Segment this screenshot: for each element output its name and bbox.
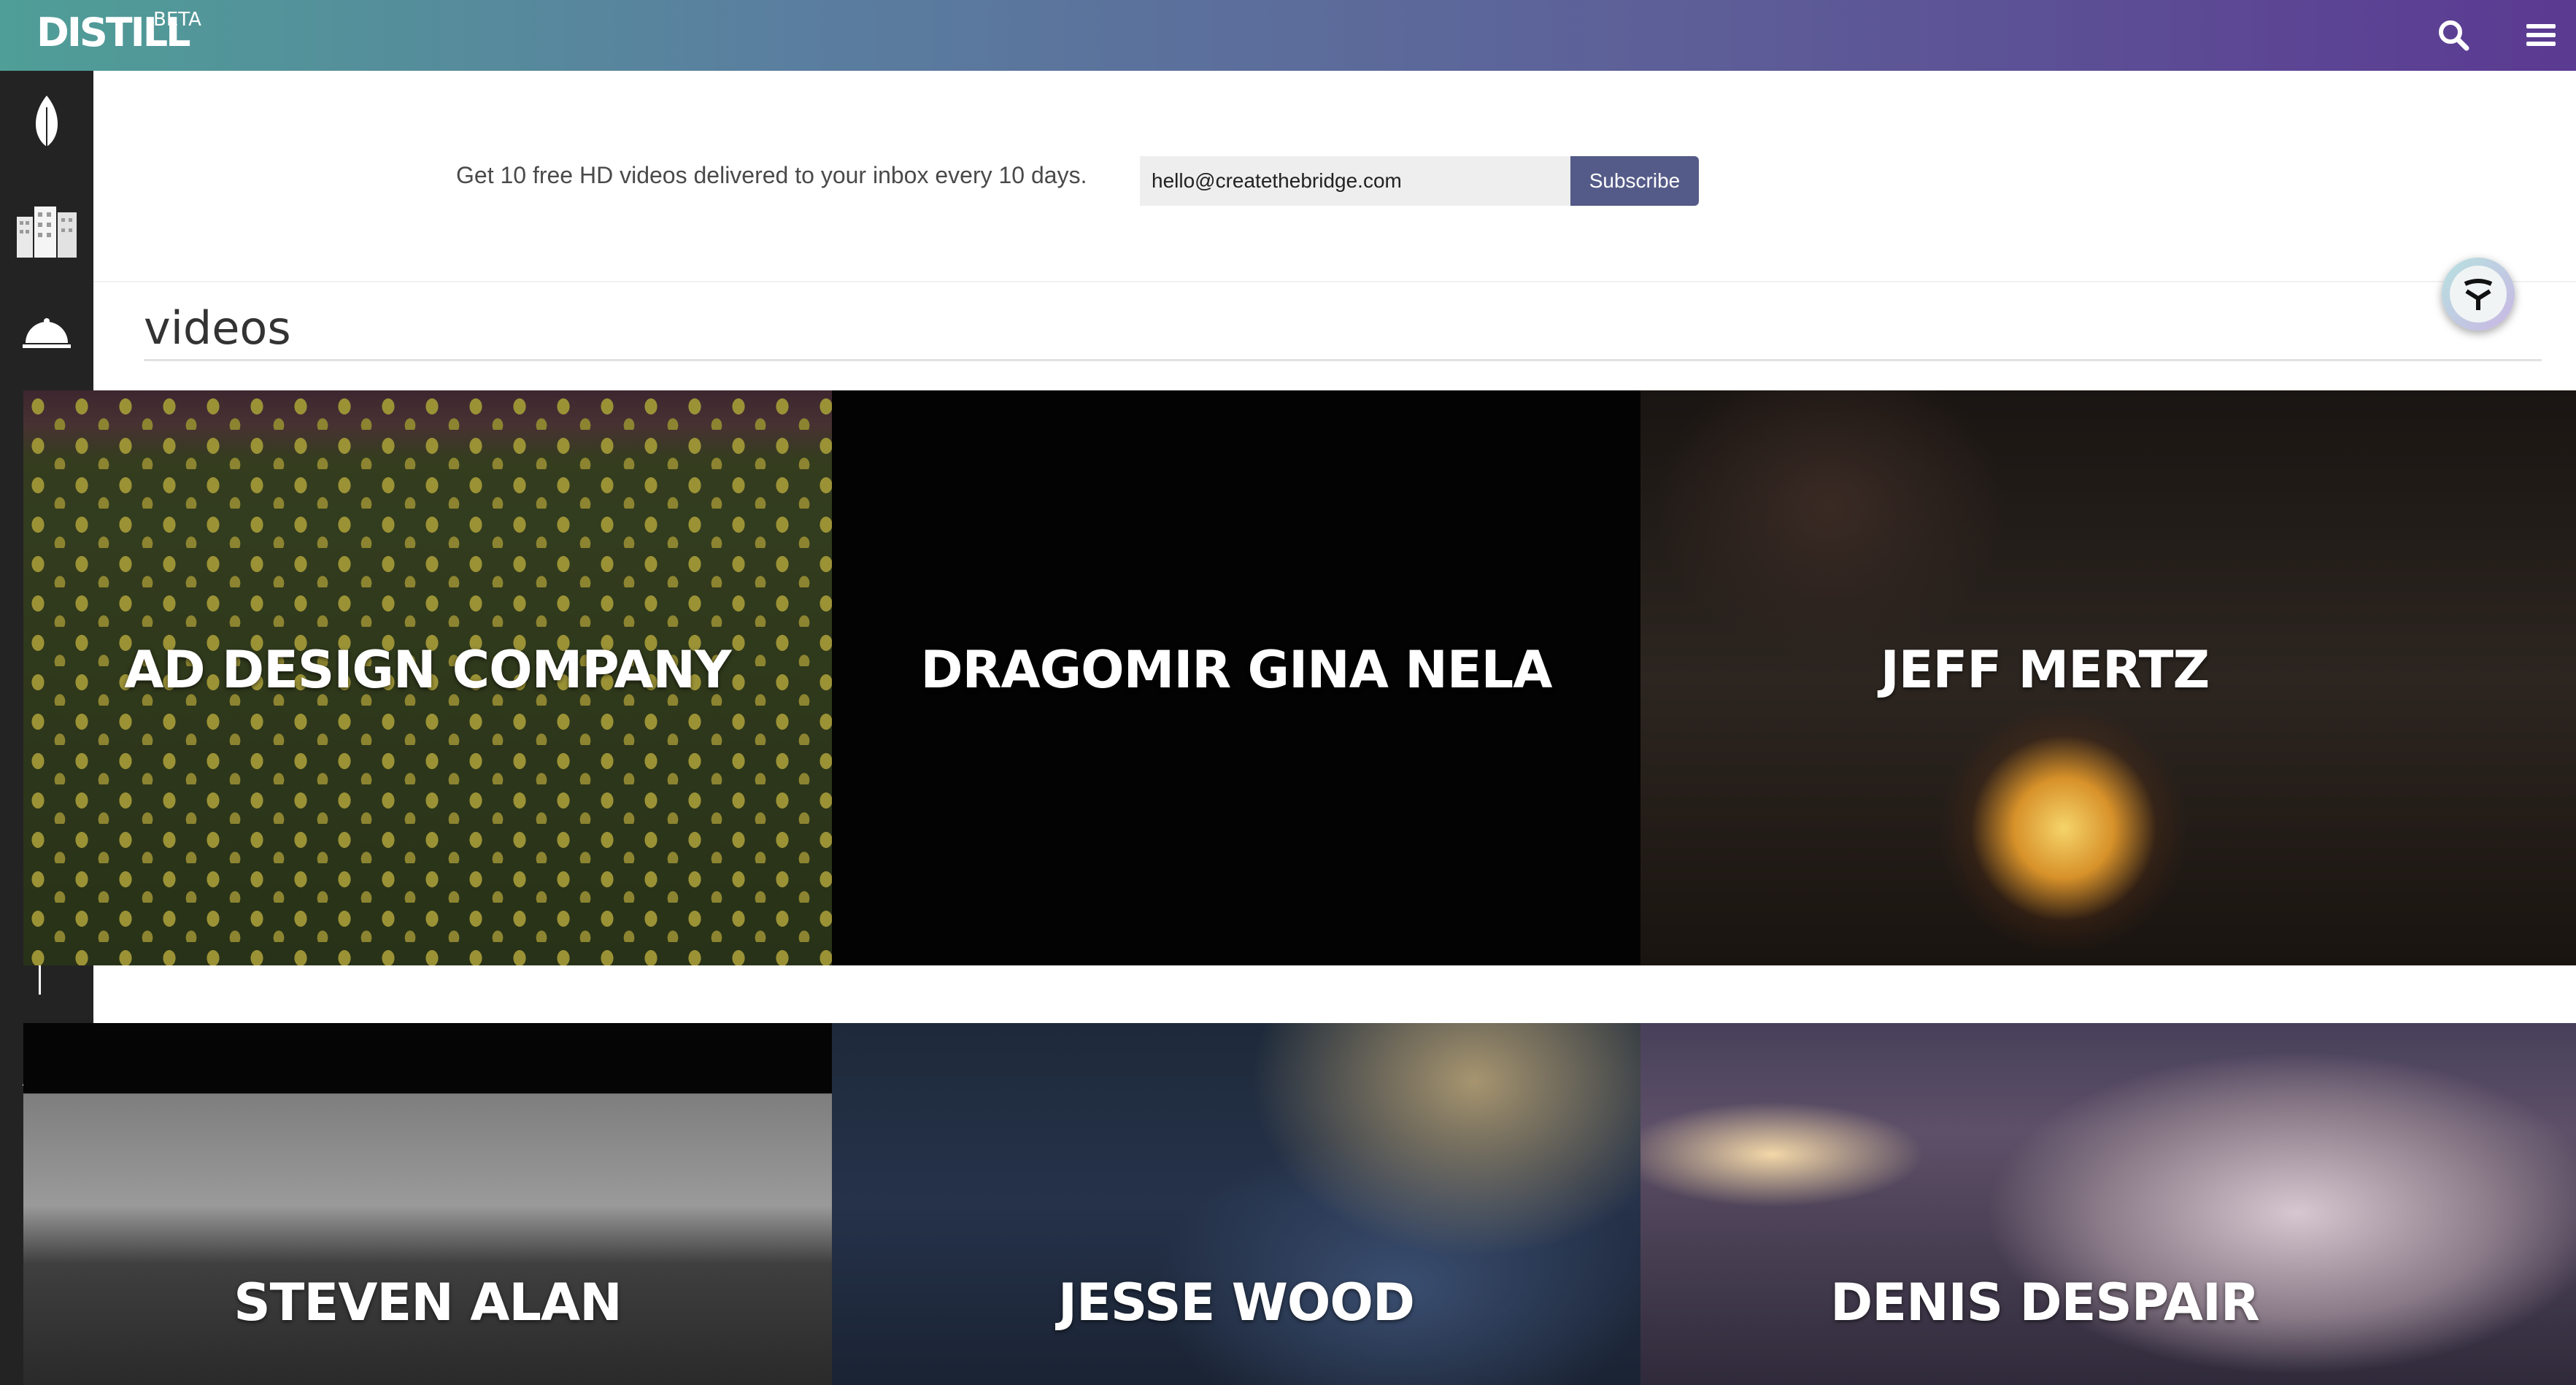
video-tile-jesse-wood[interactable]: JESSE WOOD xyxy=(832,1023,1640,1385)
floating-action-button[interactable] xyxy=(2442,258,2515,331)
video-tile-denis-despair[interactable]: DENIS DESPAIR xyxy=(1640,1023,2576,1385)
email-field[interactable] xyxy=(1140,156,1570,206)
video-tile-dragomir-gina-nela[interactable]: DRAGOMIR GINA NELA xyxy=(832,390,1640,965)
page-title: videos xyxy=(144,301,291,355)
beta-badge: BETA xyxy=(153,9,201,31)
leaf-icon xyxy=(28,93,65,151)
cloche-icon xyxy=(21,315,72,352)
video-title: AD DESIGN COMPANY xyxy=(124,640,731,700)
y-logo-icon xyxy=(2450,266,2507,323)
divider xyxy=(93,281,2576,282)
video-title: DRAGOMIR GINA NELA xyxy=(920,640,1553,700)
sidebar-item-leaf[interactable] xyxy=(0,71,93,173)
video-tile-steven-alan[interactable]: STEVEN ALAN xyxy=(23,1023,832,1385)
subscribe-button[interactable]: Subscribe xyxy=(1570,156,1699,206)
buildings-icon xyxy=(15,204,78,259)
video-title: DENIS DESPAIR xyxy=(1830,1273,2260,1332)
top-bar: DISTILL BETA xyxy=(0,0,2576,71)
subscribe-text: Get 10 free HD videos delivered to your … xyxy=(456,162,1087,188)
search-icon[interactable] xyxy=(2434,16,2472,54)
sidebar-item-buildings[interactable] xyxy=(0,180,93,282)
video-title: JESSE WOOD xyxy=(1057,1273,1415,1332)
video-title: JEFF MERTZ xyxy=(1880,640,2210,700)
video-tile-ad-design-company[interactable]: AD DESIGN COMPANY xyxy=(23,390,832,965)
bar-icon xyxy=(36,961,58,998)
page: DISTILL BETA Get 10 free HD videos deliv… xyxy=(0,0,2576,1385)
video-tile-jeff-mertz[interactable]: JEFF MERTZ xyxy=(1640,390,2576,965)
sidebar-item-dining[interactable] xyxy=(0,282,93,385)
heading-rule xyxy=(144,359,2542,361)
video-title: STEVEN ALAN xyxy=(234,1273,622,1332)
hamburger-menu-icon[interactable] xyxy=(2522,16,2560,54)
